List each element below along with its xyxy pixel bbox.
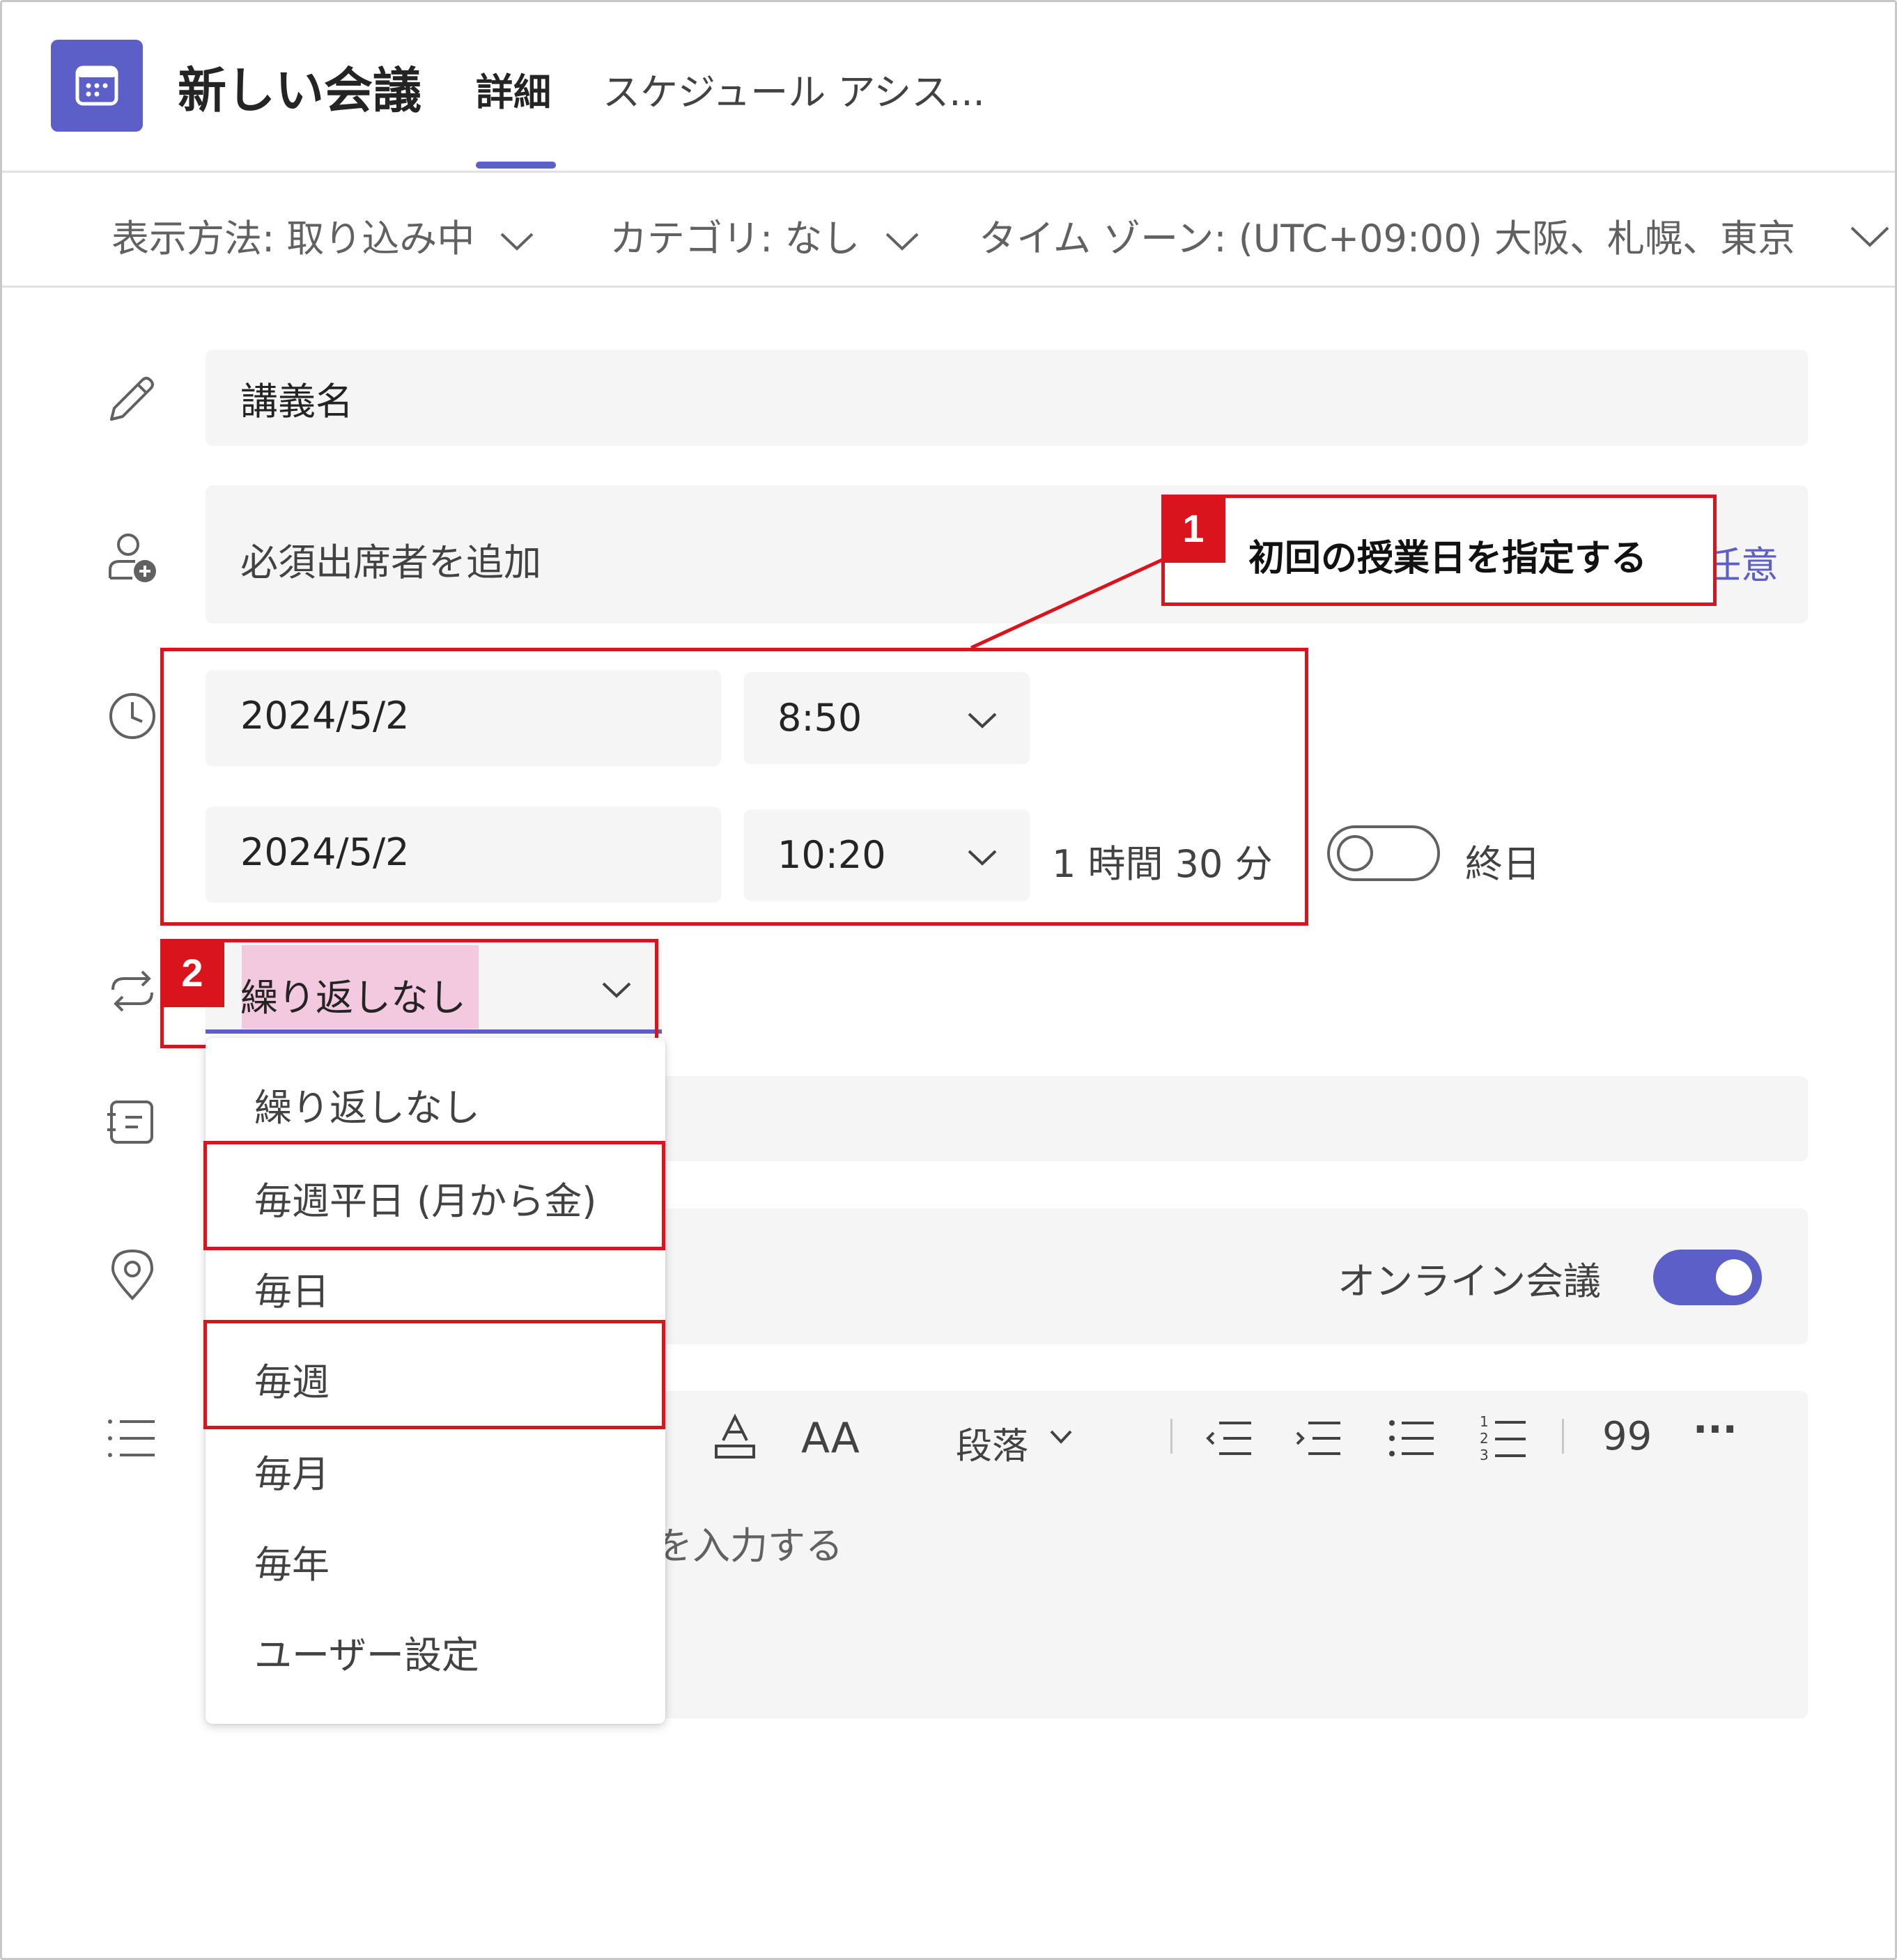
menu-item-monthly[interactable]: 毎月 (254, 1443, 330, 1498)
repeat-icon (111, 970, 153, 1012)
bulleted-list-icon[interactable] (1388, 1417, 1437, 1459)
toolbar-separator (1170, 1419, 1172, 1454)
svg-text:3: 3 (1480, 1447, 1489, 1463)
chevron-down-icon (500, 233, 534, 251)
paragraph-label: 段落 (956, 1426, 1029, 1468)
menu-item-custom[interactable]: ユーザー設定 (254, 1624, 479, 1679)
toggle-knob (1716, 1259, 1752, 1296)
chevron-down-icon[interactable] (1850, 224, 1890, 248)
decrease-indent-icon[interactable] (1205, 1417, 1254, 1459)
page-title: 新しい会議 (178, 62, 421, 119)
font-color-icon[interactable] (711, 1413, 759, 1461)
increase-indent-icon[interactable] (1294, 1417, 1343, 1459)
category-label: カテゴリ: なし (610, 217, 860, 260)
annotation-box-weekly (203, 1320, 665, 1429)
title-input[interactable]: 講義名 (206, 350, 1808, 446)
pencil-icon (110, 377, 154, 421)
callout-badge-2: 2 (160, 939, 224, 1007)
timezone-label: タイム ゾーン: (UTC+09:00) 大阪、札幌、東京 (979, 217, 1795, 260)
annotation-box-datetime (160, 648, 1308, 926)
toolbar-separator (1562, 1419, 1564, 1454)
options-divider (2, 286, 1895, 288)
channel-icon (107, 1100, 153, 1144)
location-pin-icon (111, 1249, 154, 1300)
online-meeting-label: オンライン会議 (1338, 1259, 1601, 1303)
add-person-icon (109, 534, 156, 582)
annotation-box-repeat: 2 (160, 939, 658, 1048)
chevron-down-icon (1050, 1430, 1072, 1444)
title-input-value: 講義名 (240, 380, 353, 423)
calendar-app-icon (51, 40, 143, 132)
callout-text-1: 初回の授業日を指定する (1248, 538, 1648, 580)
svg-text:2: 2 (1480, 1430, 1489, 1447)
show-as-dropdown[interactable]: 表示方法: 取り込み中 (111, 208, 534, 263)
category-dropdown[interactable]: カテゴリ: なし (610, 208, 920, 263)
numbered-list-icon[interactable]: 1 2 3 (1480, 1413, 1528, 1463)
callout-leader-line (970, 557, 1165, 650)
menu-item-yearly[interactable]: 毎年 (254, 1534, 330, 1589)
timezone-dropdown[interactable]: タイム ゾーン: (UTC+09:00) 大阪、札幌、東京 (979, 208, 1795, 263)
show-as-label: 表示方法: 取り込み中 (111, 217, 475, 260)
paragraph-dropdown[interactable]: 段落 (956, 1417, 1028, 1469)
tab-details[interactable]: 詳細 (476, 61, 551, 116)
attendees-placeholder: 必須出席者を追加 (240, 540, 541, 584)
annotation-box-weekdays (203, 1141, 665, 1250)
chevron-down-icon (885, 233, 919, 251)
active-tab-indicator (476, 162, 556, 169)
quote-icon[interactable]: 99 (1602, 1414, 1652, 1459)
callout-box-1: 1 初回の授業日を指定する (1161, 495, 1717, 606)
callout-badge-1: 1 (1161, 495, 1225, 563)
online-meeting-toggle[interactable] (1653, 1250, 1762, 1305)
more-options-icon[interactable]: ··· (1693, 1407, 1737, 1452)
tab-scheduling-assistant[interactable]: スケジュール アシス... (603, 61, 985, 116)
font-size-icon[interactable]: AA (801, 1414, 860, 1463)
all-day-label: 終日 (1465, 842, 1540, 886)
svg-text:1: 1 (1480, 1413, 1489, 1430)
all-day-toggle[interactable] (1327, 825, 1440, 881)
details-list-icon (108, 1420, 155, 1457)
body-placeholder: を入力する (655, 1524, 843, 1568)
menu-item-no-repeat[interactable]: 繰り返しなし (254, 1077, 480, 1132)
header-divider (2, 171, 1895, 173)
toggle-knob (1337, 835, 1373, 871)
menu-item-daily[interactable]: 毎日 (254, 1261, 330, 1316)
clock-icon (109, 693, 155, 739)
